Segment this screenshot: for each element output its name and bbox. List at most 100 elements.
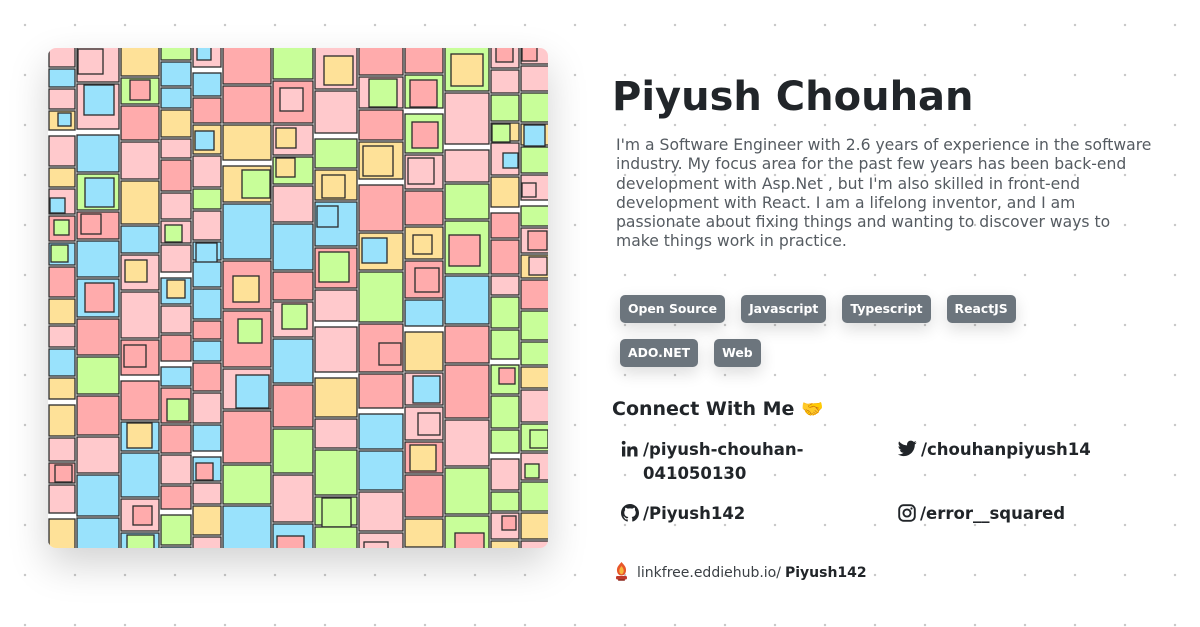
avatar-tile xyxy=(520,310,548,341)
avatar-tile xyxy=(48,377,76,400)
avatar-tile xyxy=(404,190,444,226)
avatar-tile xyxy=(129,79,151,101)
avatar-tile xyxy=(444,364,490,419)
avatar-tile xyxy=(50,244,69,263)
avatar-tile xyxy=(84,282,115,313)
avatar-tile xyxy=(520,65,548,92)
avatar-tile xyxy=(84,177,115,208)
avatar-tile xyxy=(222,410,272,464)
avatar-tile xyxy=(404,299,444,327)
avatar-tile xyxy=(314,326,358,373)
connect-title-text: Connect With Me xyxy=(612,398,795,420)
avatar-tile xyxy=(76,474,120,517)
avatar-tile xyxy=(490,458,520,491)
avatar-tile xyxy=(520,146,548,174)
twitter-icon xyxy=(897,440,917,461)
avatar-tile xyxy=(444,325,490,364)
avatar-tile xyxy=(132,505,153,526)
avatar-tile xyxy=(53,219,70,236)
github-link[interactable]: /Piyush142 xyxy=(621,502,745,526)
avatar-tile xyxy=(192,288,222,320)
avatar-tile xyxy=(444,92,490,145)
avatar xyxy=(48,48,548,548)
avatar-tile xyxy=(409,444,437,472)
avatar-tile xyxy=(361,237,388,264)
avatar-tile xyxy=(195,462,214,481)
avatar-tile xyxy=(76,134,120,173)
avatar-tile xyxy=(48,68,76,88)
avatar-tile xyxy=(404,48,444,74)
avatar-tile xyxy=(48,135,76,167)
avatar-tile xyxy=(358,491,404,532)
linkedin-link[interactable]: /piyush-chouhan-041050130 xyxy=(621,438,831,486)
avatar-tile xyxy=(222,85,272,124)
avatar-tile xyxy=(164,224,183,243)
avatar-tile xyxy=(192,482,222,505)
avatar-tile xyxy=(192,392,222,424)
avatar-tile xyxy=(272,338,314,384)
avatar-tile xyxy=(160,485,192,510)
avatar-tile xyxy=(318,251,350,283)
avatar-tile xyxy=(232,275,260,303)
tag-ado-net[interactable]: ADO.NET xyxy=(620,339,699,367)
linkfree-footer[interactable]: linkfree.eddiehub.io/ Piyush142 xyxy=(613,561,867,585)
avatar-tile xyxy=(196,48,212,61)
avatar-tile xyxy=(321,174,346,199)
avatar-tile xyxy=(358,373,404,409)
tag-reactjs[interactable]: ReactJS xyxy=(946,295,1016,323)
avatar-tile xyxy=(404,474,444,518)
tag-typescript[interactable]: Typescript xyxy=(842,295,931,323)
footer-username: Piyush142 xyxy=(784,565,867,581)
avatar-tile xyxy=(272,185,314,223)
avatar-tile xyxy=(490,540,520,548)
avatar-tile xyxy=(160,87,192,109)
avatar-tile xyxy=(495,48,514,63)
avatar-tile xyxy=(57,112,72,127)
tag-open-source[interactable]: Open Source xyxy=(620,295,726,323)
avatar-tile xyxy=(501,515,517,531)
avatar-tile xyxy=(444,419,490,467)
avatar-tile xyxy=(192,155,222,188)
avatar-tile xyxy=(407,157,435,185)
avatar-tile xyxy=(524,463,540,479)
avatar-tile xyxy=(272,271,314,301)
avatar-tile xyxy=(120,380,160,421)
avatar-tile xyxy=(54,464,73,483)
avatar-tile xyxy=(48,88,76,110)
avatar-tile xyxy=(275,127,297,149)
avatar-tile xyxy=(368,78,398,108)
tag-javascript[interactable]: Javascript xyxy=(741,295,827,323)
avatar-tile xyxy=(48,48,76,68)
avatar-tile xyxy=(276,535,305,548)
avatar-tile xyxy=(520,205,548,227)
avatar-tile xyxy=(48,404,76,437)
tag-web[interactable]: Web xyxy=(714,339,761,367)
twitter-link[interactable]: /chouhanpiyush14 xyxy=(897,438,1091,462)
avatar-tile xyxy=(272,474,314,523)
avatar-tile xyxy=(120,180,160,225)
avatar-tile xyxy=(521,48,538,62)
avatar-tile xyxy=(76,395,120,436)
avatar-tile xyxy=(358,271,404,323)
avatar-tile xyxy=(358,184,404,232)
avatar-tile xyxy=(76,240,120,278)
avatar-tile xyxy=(528,256,548,276)
github-icon xyxy=(621,504,639,526)
avatar-tile xyxy=(527,230,548,251)
avatar-tile xyxy=(314,138,358,169)
avatar-tile xyxy=(281,303,308,330)
avatar-tile xyxy=(490,429,520,454)
avatar-tile xyxy=(195,242,218,265)
avatar-tile xyxy=(412,234,433,255)
avatar-tile xyxy=(520,341,548,366)
avatar-tile xyxy=(48,484,76,514)
instagram-link[interactable]: /error__squared xyxy=(898,502,1065,526)
avatar-tile xyxy=(166,279,186,299)
avatar-tile xyxy=(490,239,520,275)
avatar-tile xyxy=(237,318,263,344)
avatar-tile xyxy=(192,261,222,288)
avatar-tile xyxy=(48,325,76,348)
avatar-tile xyxy=(120,105,160,141)
avatar-tile xyxy=(450,53,484,87)
avatar-tile xyxy=(241,169,271,199)
